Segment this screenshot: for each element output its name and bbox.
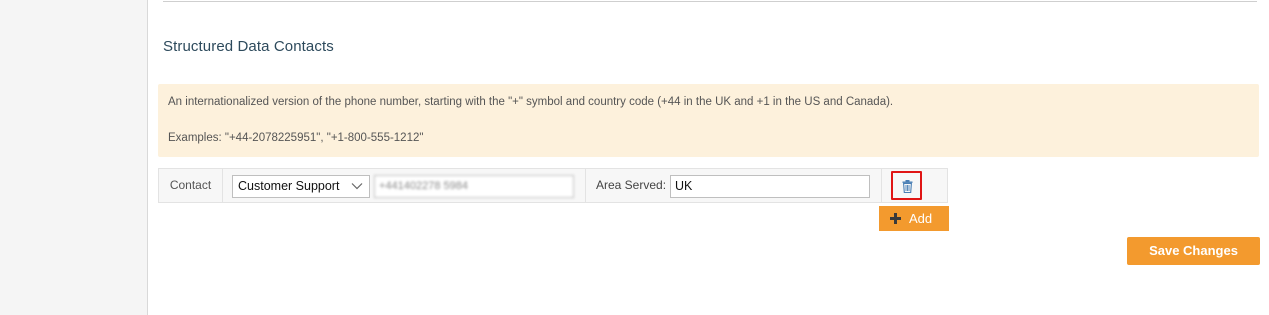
area-served-group: Area Served: UK <box>585 169 881 202</box>
info-notice: An internationalized version of the phon… <box>158 84 1259 157</box>
save-changes-button[interactable]: Save Changes <box>1127 237 1260 265</box>
chevron-down-icon <box>351 183 363 190</box>
highlight-box <box>891 171 922 200</box>
delete-contact-button[interactable] <box>881 169 948 202</box>
trash-icon <box>902 180 913 193</box>
divider <box>163 1 1257 2</box>
add-contact-button[interactable]: Add <box>879 206 949 231</box>
main-panel: Structured Data Contacts An internationa… <box>148 0 1269 315</box>
phone-input[interactable]: +441402278 5984 <box>374 175 574 198</box>
plus-icon <box>890 213 901 224</box>
area-served-input[interactable]: UK <box>670 175 870 198</box>
section-title: Structured Data Contacts <box>163 38 334 55</box>
add-label: Add <box>909 211 933 226</box>
area-served-label: Area Served: <box>596 178 667 192</box>
left-sidebar <box>0 0 148 315</box>
contact-label: Contact <box>159 169 223 202</box>
contact-row: Contact Customer Support +441402278 5984… <box>158 168 948 203</box>
notice-description: An internationalized version of the phon… <box>168 96 894 108</box>
contact-type-value: Customer Support <box>238 179 340 193</box>
contact-type-select[interactable]: Customer Support <box>232 175 370 198</box>
notice-examples: Examples: "+44-2078225951", "+1-800-555-… <box>168 132 424 144</box>
